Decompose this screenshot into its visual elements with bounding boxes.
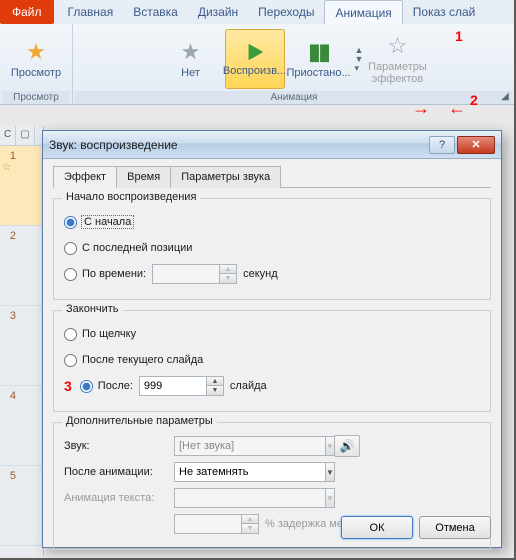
group-animation: ★ Нет Воспроизв... ▮▮ Приостано... ▲ ▼ ▾	[73, 24, 516, 104]
radio-from-start[interactable]: С начала	[64, 216, 133, 229]
help-button[interactable]: ?	[429, 136, 455, 154]
radio-after-n[interactable]: После:	[80, 380, 133, 393]
annotation-3: 3	[64, 378, 72, 394]
anim-pause-label: Приостано...	[286, 67, 350, 79]
speaker-icon: 🔊	[340, 439, 355, 453]
anim-play-label: Воспроизв...	[223, 65, 286, 77]
fieldset-end: Закончить По щелчку После текущего слайд…	[53, 310, 491, 412]
sound-input	[174, 436, 326, 456]
dialog-footer: ОК Отмена	[341, 516, 491, 539]
dialog-tabs: Эффект Время Параметры звука	[53, 165, 491, 188]
gallery-more-icon[interactable]: ▾	[355, 64, 364, 72]
sound-combo: ▼	[174, 436, 324, 456]
gallery-nav[interactable]: ▲ ▼ ▾	[355, 46, 364, 72]
ok-button[interactable]: ОК	[341, 516, 413, 539]
tab-insert[interactable]: Вставка	[123, 0, 188, 24]
star-gray-icon: ★	[181, 39, 201, 65]
dialog-titlebar[interactable]: Звук: воспроизведение ? ✕	[43, 131, 501, 159]
group-preview-label: Просмотр	[2, 91, 70, 104]
cancel-button[interactable]: Отмена	[419, 516, 491, 539]
tab-design[interactable]: Дизайн	[188, 0, 248, 24]
spin-up-icon: ▲	[220, 265, 236, 274]
radio-on-click[interactable]: По щелчку	[64, 328, 136, 341]
spin-down-icon: ▼	[220, 274, 236, 283]
time-spinner: ▲▼	[152, 264, 237, 284]
time-input	[152, 264, 220, 284]
tab-slideshow[interactable]: Показ слай	[403, 0, 486, 24]
anim-play-button[interactable]: Воспроизв...	[225, 29, 285, 89]
tab-transitions[interactable]: Переходы	[248, 0, 324, 24]
slide-panel: С▢ 1☆ 2 3 4 5	[0, 126, 44, 556]
slide-thumb-3[interactable]: 3	[0, 306, 43, 386]
slide-thumb-4[interactable]: 4	[0, 386, 43, 466]
chevron-down-icon[interactable]: ▼	[326, 462, 335, 482]
effect-params-button: ☆ Параметры эффектов	[367, 29, 427, 89]
legend-start: Начало воспроизведения	[62, 191, 200, 203]
radio-after-current[interactable]: После текущего слайда	[64, 354, 203, 367]
after-anim-input[interactable]	[174, 462, 326, 482]
letter-delay-spinner: ▲▼	[174, 514, 259, 534]
label-sound: Звук:	[64, 440, 168, 452]
close-button[interactable]: ✕	[457, 136, 495, 154]
effect-params-label: Параметры эффектов	[368, 61, 427, 85]
text-anim-combo: ▼	[174, 488, 324, 508]
dialog-sound-playback: Звук: воспроизведение ? ✕ Эффект Время П…	[42, 130, 502, 548]
slide-label: слайда	[230, 380, 267, 392]
label-text-anim: Анимация текста:	[64, 492, 168, 504]
gallery-down-icon[interactable]: ▼	[355, 55, 364, 63]
star-outline-icon: ☆	[388, 33, 408, 59]
tab-file[interactable]: Файл	[0, 0, 54, 24]
group-preview: ★ Просмотр Просмотр	[0, 24, 73, 104]
slide-thumb-1[interactable]: 1☆	[0, 146, 43, 226]
tab-time[interactable]: Время	[116, 166, 171, 188]
spin-up-icon[interactable]: ▲	[207, 377, 223, 386]
seconds-label: секунд	[243, 268, 278, 280]
anim-none-button[interactable]: ★ Нет	[161, 29, 221, 89]
text-anim-input	[174, 488, 326, 508]
ribbon-body: ★ Просмотр Просмотр ★ Нет Воспроизв...	[0, 24, 516, 104]
tab-animation[interactable]: Анимация	[324, 0, 402, 24]
slide-thumb-5[interactable]: 5	[0, 466, 43, 546]
sound-preview-button[interactable]: 🔊	[334, 435, 360, 457]
letter-delay-input	[174, 514, 242, 534]
after-spinner[interactable]: ▲▼	[139, 376, 224, 396]
dialog-launcher-icon[interactable]: ◢	[499, 91, 511, 103]
spin-up-icon: ▲	[242, 515, 258, 524]
radio-by-time[interactable]: По времени:	[64, 268, 146, 281]
preview-label: Просмотр	[11, 67, 61, 79]
ribbon-tabs: Файл Главная Вставка Дизайн Переходы Ани…	[0, 0, 516, 24]
anim-pause-button[interactable]: ▮▮ Приостано...	[289, 29, 349, 89]
tab-sound-params[interactable]: Параметры звука	[170, 166, 281, 188]
spin-down-icon[interactable]: ▼	[207, 386, 223, 395]
tab-effect[interactable]: Эффект	[53, 166, 117, 188]
gallery-up-icon[interactable]: ▲	[355, 46, 364, 54]
anim-none-label: Нет	[181, 67, 200, 79]
chevron-down-icon: ▼	[326, 488, 335, 508]
ribbon: Файл Главная Вставка Дизайн Переходы Ани…	[0, 0, 516, 105]
after-anim-combo[interactable]: ▼	[174, 462, 324, 482]
play-icon	[244, 41, 266, 63]
label-after-anim: После анимации:	[64, 466, 168, 478]
group-animation-label: Анимация ◢	[75, 91, 513, 104]
dialog-title: Звук: воспроизведение	[49, 138, 427, 152]
legend-extra: Дополнительные параметры	[62, 415, 217, 427]
spin-down-icon: ▼	[242, 524, 258, 533]
preview-button[interactable]: ★ Просмотр	[6, 29, 66, 89]
legend-end: Закончить	[62, 303, 123, 315]
radio-from-last[interactable]: С последней позиции	[64, 242, 192, 255]
star-icon: ★	[26, 39, 46, 65]
pause-icon: ▮▮	[308, 39, 328, 65]
slide-thumb-2[interactable]: 2	[0, 226, 43, 306]
fieldset-start: Начало воспроизведения С начала С послед…	[53, 198, 491, 300]
after-input[interactable]	[139, 376, 207, 396]
tab-home[interactable]: Главная	[58, 0, 124, 24]
